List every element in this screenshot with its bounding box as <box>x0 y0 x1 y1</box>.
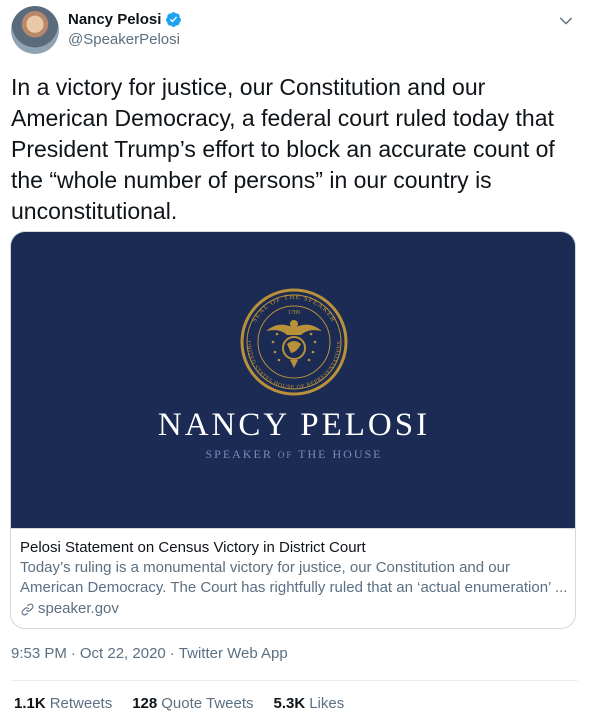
card-description-line-2: American Democracy. The Court has rightf… <box>20 579 568 596</box>
card-image[interactable]: SEAL OF THE SPEAKER UNITED STATES HOUSE … <box>11 232 575 528</box>
author-name-row[interactable]: Nancy Pelosi <box>68 11 182 28</box>
card-image-name: NANCY PELOSI <box>157 407 431 443</box>
card-image-subtitle-of: OF <box>277 450 294 460</box>
verified-badge-icon <box>166 12 182 27</box>
card-description: Today’s ruling is a monumental victory f… <box>20 558 568 598</box>
tweet-timestamp: 9:53 PM · Oct 22, 2020 · Twitter Web App <box>11 645 288 662</box>
quote-tweets-label: Quote Tweets <box>161 695 254 712</box>
tweet-client[interactable]: Twitter Web App <box>179 645 288 662</box>
retweets-label: Retweets <box>49 695 113 712</box>
card-image-subtitle-speaker: SPEAKER <box>205 447 273 461</box>
tweet-header: Nancy Pelosi @SpeakerPelosi <box>0 0 589 64</box>
link-icon <box>21 603 34 615</box>
card-domain-text[interactable]: speaker.gov <box>38 599 119 619</box>
divider <box>11 680 578 681</box>
quote-tweets-stat[interactable]: 128 Quote Tweets <box>132 695 253 712</box>
quote-tweets-count: 128 <box>132 695 158 712</box>
card-meta[interactable]: Pelosi Statement on Census Victory in Di… <box>11 528 575 628</box>
seal-top-text: SEAL OF THE SPEAKER <box>250 293 337 324</box>
retweets-count: 1.1K <box>14 695 46 712</box>
author-handle[interactable]: @SpeakerPelosi <box>68 31 180 48</box>
card-title[interactable]: Pelosi Statement on Census Victory in Di… <box>20 538 568 558</box>
svg-text:SEAL OF THE SPEAKER: SEAL OF THE SPEAKER <box>250 293 338 324</box>
card-domain[interactable]: speaker.gov <box>20 599 568 619</box>
meta-separator: · <box>70 645 76 662</box>
tweet-stats: 1.1K Retweets 128 Quote Tweets 5.3K Likes <box>14 695 344 712</box>
tweet-date[interactable]: Oct 22, 2020 <box>80 645 166 662</box>
likes-stat[interactable]: 5.3K Likes <box>274 695 345 712</box>
chevron-down-icon[interactable] <box>557 12 575 30</box>
meta-separator: · <box>169 645 175 662</box>
seal-year: 1789 <box>288 310 300 316</box>
likes-label: Likes <box>309 695 345 712</box>
retweets-stat[interactable]: 1.1K Retweets <box>14 695 112 712</box>
tweet-time[interactable]: 9:53 PM <box>11 645 67 662</box>
card-image-subtitle-house: THE HOUSE <box>298 447 383 461</box>
author-display-name[interactable]: Nancy Pelosi <box>68 11 161 28</box>
avatar[interactable] <box>11 6 59 54</box>
link-preview-card[interactable]: SEAL OF THE SPEAKER UNITED STATES HOUSE … <box>10 231 576 629</box>
card-description-line-1: Today’s ruling is a monumental victory f… <box>20 559 510 576</box>
speaker-seal-icon: SEAL OF THE SPEAKER UNITED STATES HOUSE … <box>240 288 348 396</box>
card-image-subtitle: SPEAKER OF THE HOUSE <box>11 447 575 462</box>
tweet-text: In a victory for justice, our Constituti… <box>11 74 555 224</box>
likes-count: 5.3K <box>273 695 306 712</box>
